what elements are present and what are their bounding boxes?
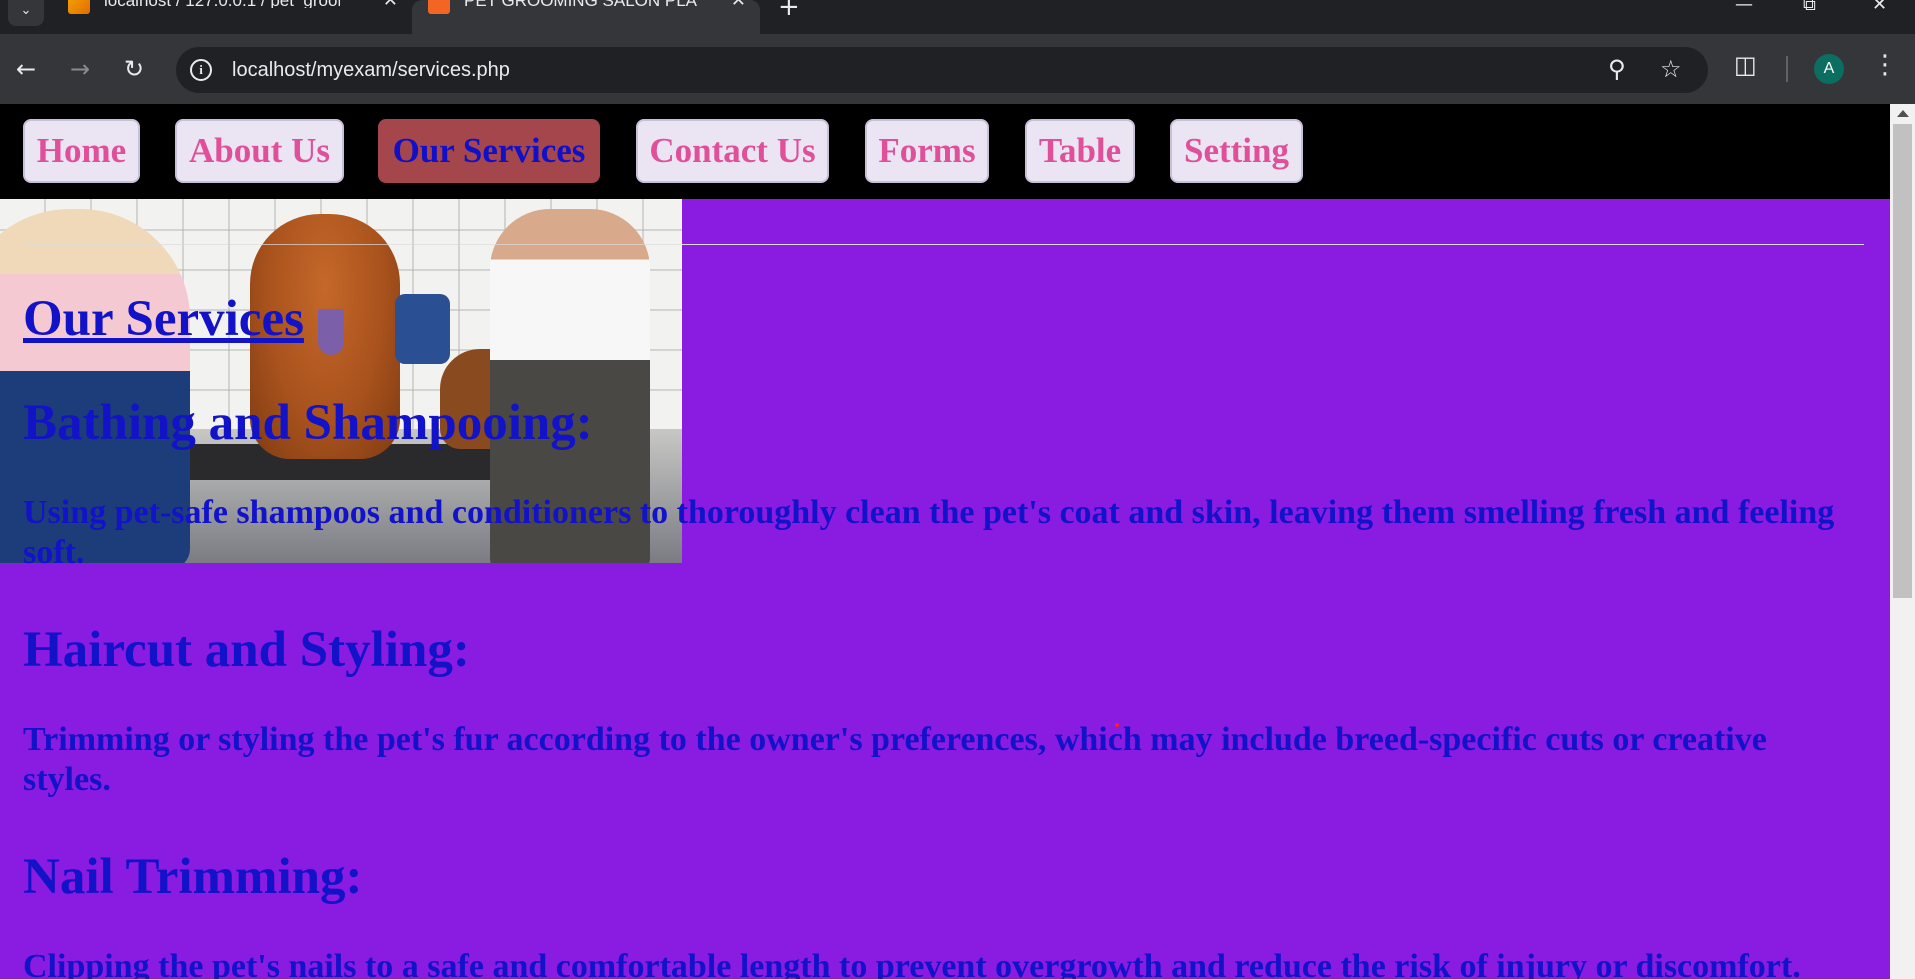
- avatar[interactable]: A: [1814, 54, 1844, 84]
- service-heading-haircut: Haircut and Styling:: [23, 622, 470, 678]
- browser-tab-phpmyadmin[interactable]: localhost / 127.0.0.1 / pet_groon ✕: [52, 0, 412, 34]
- scroll-up-arrow-icon[interactable]: [1897, 110, 1909, 117]
- nav-contact-us[interactable]: Contact Us: [636, 119, 829, 183]
- url-text[interactable]: localhost/myexam/services.php: [232, 59, 510, 82]
- nav-table[interactable]: Table: [1025, 119, 1135, 183]
- service-description-bathing: Using pet-safe shampoos and conditioners…: [23, 494, 1835, 571]
- address-bar[interactable]: i localhost/myexam/services.php ⚲ ☆: [176, 47, 1708, 93]
- info-icon[interactable]: i: [190, 59, 212, 81]
- zoom-icon[interactable]: ⚲: [1608, 55, 1626, 83]
- dog-tongue: [318, 309, 344, 355]
- page-viewport: Home About Us Our Services Contact Us Fo…: [0, 104, 1890, 979]
- phpmyadmin-favicon-icon: [68, 0, 90, 14]
- restore-icon[interactable]: ⧉: [1803, 0, 1816, 15]
- nav-about-us[interactable]: About Us: [175, 119, 344, 183]
- close-icon[interactable]: ✕: [731, 0, 746, 10]
- puzzle-icon[interactable]: ◫: [1734, 51, 1757, 79]
- tab-title: PET GROOMING SALON PLATFO: [464, 0, 700, 8]
- page-title[interactable]: Our Services: [23, 290, 304, 348]
- forward-arrow-icon[interactable]: →: [70, 54, 90, 84]
- site-navbar: Home About Us Our Services Contact Us Fo…: [0, 104, 1890, 199]
- toolbar-divider: [1786, 56, 1788, 82]
- reload-icon[interactable]: ↻: [124, 54, 144, 84]
- browser-tab-pet-grooming[interactable]: PET GROOMING SALON PLATFO ✕: [412, 0, 760, 34]
- star-icon[interactable]: ☆: [1660, 55, 1682, 83]
- horizontal-rule: [682, 244, 1864, 245]
- nav-our-services[interactable]: Our Services: [378, 119, 600, 183]
- service-description-nail-trimming: Clipping the pet's nails to a safe and c…: [23, 948, 1801, 979]
- plus-icon[interactable]: +: [778, 0, 800, 22]
- scrollbar-thumb[interactable]: [1893, 124, 1912, 598]
- service-heading-bathing: Bathing and Shampooing:: [23, 395, 593, 451]
- horizontal-rule-overlay: [23, 244, 682, 245]
- xampp-favicon-icon: [428, 0, 450, 14]
- tab-strip: ⌄ localhost / 127.0.0.1 / pet_groon ✕ PE…: [0, 0, 1915, 34]
- service-description-haircut: Trimming or styling the pet's fur accord…: [23, 721, 1767, 798]
- kebab-menu-icon[interactable]: ⋮: [1872, 50, 1898, 80]
- back-arrow-icon[interactable]: ←: [16, 54, 36, 84]
- close-window-icon[interactable]: ✕: [1872, 0, 1887, 15]
- pet-dryer: [395, 294, 450, 364]
- nav-setting[interactable]: Setting: [1170, 119, 1303, 183]
- close-icon[interactable]: ✕: [383, 0, 398, 10]
- cursor-dot: [1115, 723, 1119, 727]
- minimize-icon[interactable]: —: [1735, 0, 1753, 15]
- page-scrollbar[interactable]: [1890, 104, 1915, 979]
- tab-title: localhost / 127.0.0.1 / pet_groon: [104, 0, 340, 8]
- browser-toolbar: ← → ↻ i localhost/myexam/services.php ⚲ …: [0, 34, 1915, 104]
- service-heading-nail-trimming: Nail Trimming:: [23, 849, 363, 905]
- chevron-down-icon[interactable]: ⌄: [8, 0, 44, 26]
- nav-home[interactable]: Home: [23, 119, 140, 183]
- nav-forms[interactable]: Forms: [865, 119, 989, 183]
